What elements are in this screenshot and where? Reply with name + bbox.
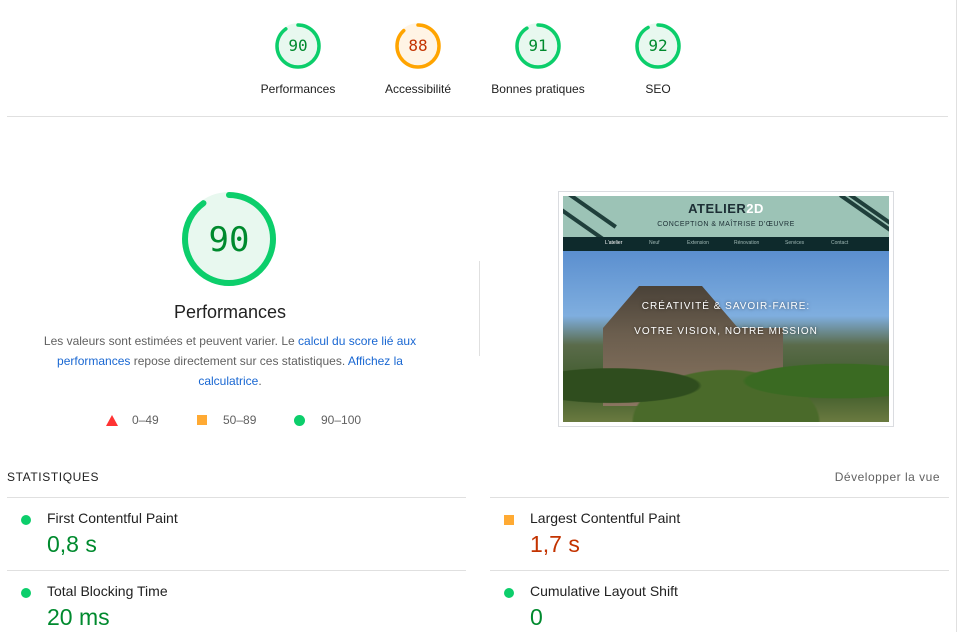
- legend-fail-label: 0–49: [132, 413, 159, 427]
- logo-accent: 2D: [746, 201, 764, 216]
- gauge-score: 91: [528, 36, 548, 55]
- gauge-best-practices[interactable]: 91 Bonnes pratiques: [478, 22, 598, 96]
- metric-title: Cumulative Layout Shift: [530, 583, 678, 599]
- desc-text: Les valeurs sont estimées et peuvent var…: [43, 334, 299, 348]
- gauge-ring: 90: [274, 22, 322, 70]
- desc-text: .: [258, 374, 262, 388]
- legend-pass: 90–100: [294, 413, 361, 427]
- metric-value: 0,8 s: [47, 531, 97, 557]
- site-nav-item: Services: [785, 240, 805, 246]
- square-icon: [197, 415, 207, 425]
- metric-cls: Cumulative Layout Shift 0: [490, 571, 930, 641]
- gauge-ring: 88: [394, 22, 442, 70]
- gauge-label: Accessibilité: [384, 82, 452, 96]
- site-nav-item: L'atelier: [605, 240, 623, 246]
- performance-gauge-large: 90: [181, 191, 277, 287]
- pass-circle-icon: [504, 588, 514, 598]
- performance-description: Les valeurs sont estimées et peuvent var…: [38, 331, 422, 391]
- expand-view-toggle[interactable]: Développer la vue: [835, 470, 940, 484]
- gauge-ring: 92: [634, 22, 682, 70]
- legend-average: 50–89: [197, 413, 256, 427]
- metric-title: Largest Contentful Paint: [530, 510, 681, 526]
- circle-icon: [294, 414, 305, 426]
- hero-line-1: CRÉATIVITÉ & SAVOIR-FAIRE:: [641, 301, 811, 312]
- garden-image: [563, 331, 889, 422]
- metric-fcp: First Contentful Paint 0,8 s: [7, 498, 447, 568]
- gauge-score: 92: [648, 36, 668, 55]
- legend-average-label: 50–89: [223, 413, 257, 427]
- vertical-divider: [479, 261, 480, 356]
- desc-text: repose directement sur ces statistiques.: [130, 354, 348, 368]
- final-screenshot[interactable]: ATELIER2D CONCEPTION & MAÎTRISE D'ŒUVRE …: [558, 191, 894, 427]
- metric-tbt: Total Blocking Time 20 ms: [7, 571, 447, 641]
- site-nav-item: Rénovation: [734, 240, 760, 246]
- summary-divider: [7, 116, 948, 117]
- logo-main: ATELIER: [688, 201, 747, 216]
- gauge-label: SEO: [645, 82, 671, 96]
- metric-value: 0: [530, 604, 543, 630]
- performance-score: 90: [208, 220, 250, 260]
- metrics-heading: STATISTIQUES: [7, 470, 100, 484]
- gauge-seo[interactable]: 92 SEO: [598, 22, 718, 96]
- legend-pass-label: 90–100: [321, 413, 362, 427]
- site-tagline: CONCEPTION & MAÎTRISE D'ŒUVRE: [657, 221, 795, 228]
- site-hero-image: CRÉATIVITÉ & SAVOIR-FAIRE: VOTRE VISION,…: [563, 251, 889, 422]
- score-summary: 90 Performances 88 Accessibilité 91 Bonn…: [0, 0, 958, 117]
- metric-title: First Contentful Paint: [47, 510, 178, 526]
- site-nav-item: Neuf: [649, 240, 660, 246]
- gauge-accessibility[interactable]: 88 Accessibilité: [358, 22, 478, 96]
- gauge-label: Performances: [260, 82, 336, 96]
- gauge-performance[interactable]: 90 Performances: [238, 22, 358, 96]
- gauge-label: Bonnes pratiques: [491, 82, 585, 96]
- triangle-icon: [106, 414, 118, 426]
- pass-circle-icon: [21, 588, 31, 598]
- metric-title: Total Blocking Time: [47, 583, 168, 599]
- score-legend: 0–49 50–89 90–100: [0, 413, 460, 429]
- gauge-score: 88: [408, 36, 428, 55]
- metric-value: 1,7 s: [530, 531, 580, 557]
- site-logo: ATELIER2D: [563, 201, 889, 216]
- metric-value: 20 ms: [47, 604, 110, 630]
- performance-title: Performances: [173, 302, 287, 322]
- screenshot-viewport: ATELIER2D CONCEPTION & MAÎTRISE D'ŒUVRE …: [563, 196, 889, 422]
- metric-lcp: Largest Contentful Paint 1,7 s: [490, 498, 930, 568]
- average-square-icon: [504, 515, 514, 525]
- hero-line-2: VOTRE VISION, NOTRE MISSION: [634, 326, 818, 337]
- gauge-score: 90: [288, 36, 308, 55]
- gauge-ring: 91: [514, 22, 562, 70]
- site-nav-item: Extension: [687, 240, 709, 246]
- site-header: ATELIER2D CONCEPTION & MAÎTRISE D'ŒUVRE: [563, 196, 889, 237]
- pass-circle-icon: [21, 515, 31, 525]
- legend-fail: 0–49: [106, 413, 159, 427]
- site-nav-item: Contact: [831, 240, 849, 246]
- site-nav: L'atelier Neuf Extension Rénovation Serv…: [563, 237, 889, 251]
